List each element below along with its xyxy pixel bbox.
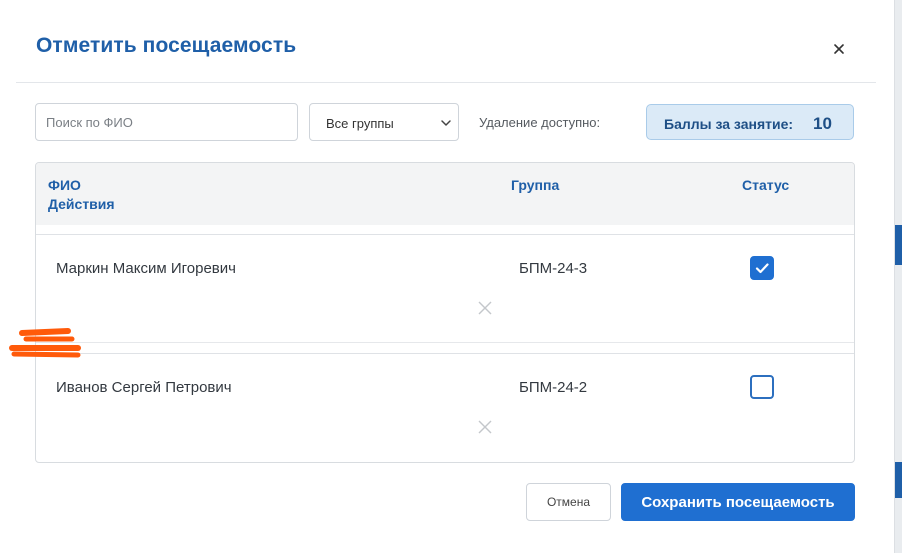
- page-backdrop-accent: [894, 225, 902, 265]
- search-input[interactable]: [35, 103, 298, 141]
- column-header-group: Группа: [511, 177, 560, 193]
- group-filter-select[interactable]: Все группы: [309, 103, 459, 141]
- table-header: ФИО Действия Группа Статус: [36, 163, 854, 225]
- delete-available-label: Удаление доступно:: [479, 115, 601, 130]
- attendance-checkbox[interactable]: [750, 375, 774, 399]
- table-row: Маркин Максим Игоревич БПМ-24-3: [36, 235, 854, 343]
- delete-icon[interactable]: [477, 300, 493, 316]
- close-button[interactable]: [828, 38, 850, 60]
- close-icon[interactable]: [828, 38, 850, 60]
- attendance-checkbox[interactable]: [750, 256, 774, 280]
- header-divider: [16, 82, 876, 83]
- annotation-scribble: [9, 328, 81, 358]
- attendance-modal-screen: Отметить посещаемость Все группы Удалени…: [0, 0, 902, 553]
- column-header-name: ФИО: [48, 177, 81, 193]
- table-row: Иванов Сергей Петрович БПМ-24-2: [36, 354, 854, 462]
- chevron-down-icon: [441, 120, 451, 126]
- points-value: 10: [813, 114, 832, 133]
- student-name: Маркин Максим Игоревич: [56, 260, 236, 277]
- group-filter-value: Все группы: [326, 116, 394, 131]
- column-header-actions: Действия: [48, 196, 115, 212]
- student-group: БПМ-24-2: [519, 379, 588, 396]
- points-label: Баллы за занятие:: [664, 116, 794, 132]
- student-group: БПМ-24-3: [519, 260, 588, 277]
- save-attendance-button[interactable]: Сохранить посещаемость: [621, 483, 855, 521]
- modal-title: Отметить посещаемость: [36, 34, 297, 57]
- attendance-table: ФИО Действия Группа Статус Маркин Максим…: [35, 162, 855, 463]
- student-name: Иванов Сергей Петрович: [56, 379, 232, 396]
- column-header-status: Статус: [742, 177, 790, 193]
- delete-icon[interactable]: [477, 419, 493, 435]
- cancel-button[interactable]: Отмена: [526, 483, 611, 521]
- points-badge: Баллы за занятие: 10: [646, 104, 854, 140]
- checkmark-icon: [755, 263, 769, 274]
- page-backdrop-accent: [894, 462, 902, 498]
- modal-edge: [876, 0, 895, 553]
- row-divider: [36, 342, 854, 343]
